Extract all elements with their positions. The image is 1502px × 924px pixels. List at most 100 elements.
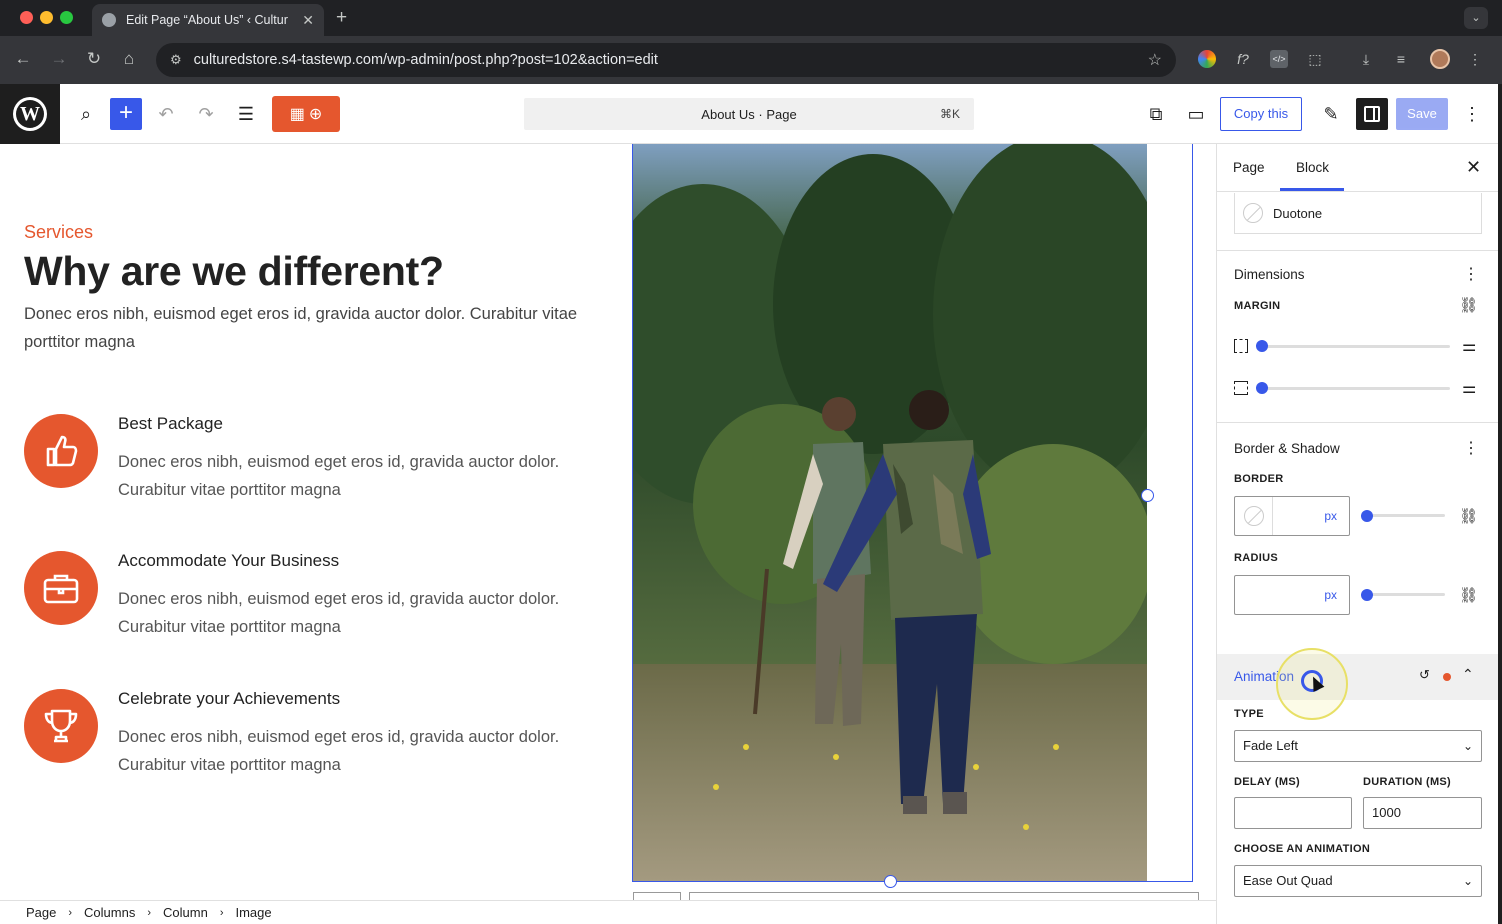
custom-value-icon[interactable]: ⚌ [1462,336,1476,356]
delay-label: DELAY (MS) [1234,776,1300,788]
add-block-button[interactable]: + [110,98,142,130]
minimize-window-button[interactable] [40,11,53,24]
view-page-external-icon[interactable]: ⧉ [1145,103,1167,125]
animation-panel-header[interactable]: Animation ↺ ⌃ [1217,654,1498,700]
editor-canvas[interactable]: Services Why are we different? Donec ero… [0,144,1216,900]
feature-description: Donec eros nibh, euismod eget eros id, g… [118,728,560,774]
section-heading[interactable]: Why are we different? [24,248,444,295]
feature-item[interactable]: Best Package Donec eros nibh, euismod eg… [24,414,594,514]
tab-close-icon[interactable]: ✕ [302,12,314,29]
section-eyebrow[interactable]: Services [24,222,93,243]
url-text[interactable]: culturedstore.s4-tastewp.com/wp-admin/po… [194,52,1148,68]
photo-flower [713,784,719,790]
document-title: About Us · Page [701,106,797,122]
pattern-library-button[interactable]: ▦ ⊕ [272,96,340,132]
undo-icon[interactable]: ↶ [155,103,177,125]
breadcrumb-page[interactable]: Page [26,905,56,920]
border-width-input[interactable]: px [1234,496,1350,536]
media-control-icon[interactable]: ≡ [1392,50,1410,68]
back-icon[interactable]: ← [12,49,34,69]
maximize-window-button[interactable] [60,11,73,24]
photo-hiker-woman [823,390,991,814]
link-sides-icon[interactable]: ⛓ [1459,296,1478,314]
wordpress-logo-button[interactable]: W [0,84,60,144]
animation-type-select[interactable]: Fade Left ⌄ [1234,730,1482,762]
border-label: BORDER [1234,473,1284,485]
function-extension-icon[interactable]: f? [1234,50,1252,68]
resize-handle-bottom[interactable] [884,875,897,888]
chevron-up-icon[interactable]: ⌃ [1462,666,1474,683]
forward-icon[interactable]: → [48,49,70,69]
border-unit[interactable]: px [1324,509,1337,523]
border-slider-thumb[interactable] [1361,510,1373,522]
command-palette-bar[interactable]: About Us · Page ⌘K [524,98,974,130]
margin-horizontal-slider[interactable]: ⚌ [1234,376,1482,400]
options-menu-icon[interactable]: ⋮ [1462,103,1482,125]
new-tab-button[interactable]: + [336,7,347,29]
duration-label: DURATION (MS) [1363,776,1452,788]
briefcase-icon [24,551,98,625]
feature-item[interactable]: Accommodate Your Business Donec eros nib… [24,551,594,651]
border-color-swatch[interactable] [1235,497,1273,535]
site-info-icon[interactable]: ⚙ [170,52,182,68]
duration-input[interactable]: 1000 [1363,797,1482,829]
radius-input[interactable]: px [1234,575,1350,615]
color-extension-icon[interactable] [1198,50,1216,68]
profile-avatar[interactable] [1430,49,1450,69]
tab-page[interactable]: Page [1233,160,1265,175]
section-intro[interactable]: Donec eros nibh, euismod eget eros id, g… [24,300,584,356]
keyboard-shortcut: ⌘K [939,107,960,121]
chevron-down-icon: ⌄ [1462,739,1473,753]
breadcrumb-column[interactable]: Column [163,905,208,920]
bookmark-star-icon[interactable]: ☆ [1148,50,1162,70]
settings-sidebar-toggle[interactable] [1356,98,1388,130]
duotone-control[interactable]: Duotone [1234,193,1482,234]
breadcrumb-columns[interactable]: Columns [84,905,135,920]
link-radius-corners-icon[interactable]: ⛓ [1459,586,1478,604]
editor-header: W ⌕ + ↶ ↷ ☰ ▦ ⊕ About Us · Page ⌘K ⧉ ▭ C… [0,84,1498,144]
easing-select[interactable]: Ease Out Quad ⌄ [1234,865,1482,897]
border-shadow-title[interactable]: Border & Shadow [1234,441,1340,456]
slider-thumb[interactable] [1256,340,1268,352]
extensions-puzzle-icon[interactable]: ⬚ [1306,50,1324,68]
redo-icon[interactable]: ↷ [195,103,217,125]
delay-input[interactable] [1234,797,1352,829]
tab-title: Edit Page “About Us” ‹ Cultur [126,13,288,27]
radius-unit[interactable]: px [1324,588,1337,602]
feature-title: Accommodate Your Business [118,551,340,570]
dimensions-title[interactable]: Dimensions [1234,267,1305,282]
browser-tab[interactable]: Edit Page “About Us” ‹ Cultur ✕ [92,4,324,36]
address-bar[interactable]: ⚙ culturedstore.s4-tastewp.com/wp-admin/… [156,43,1176,77]
border-options-icon[interactable]: ⋮ [1463,438,1479,458]
close-window-button[interactable] [20,11,33,24]
sidebar-tabs: Page Block ✕ [1217,144,1498,192]
device-preview-icon[interactable]: ▭ [1185,103,1207,125]
wordpress-logo-icon: W [13,97,47,131]
copy-this-button[interactable]: Copy this [1220,97,1302,131]
devtools-extension-icon[interactable]: </> [1270,50,1288,68]
close-sidebar-icon[interactable]: ✕ [1466,157,1481,178]
save-button[interactable]: Save [1396,98,1448,130]
link-border-sides-icon[interactable]: ⛓ [1459,507,1478,525]
document-overview-icon[interactable]: ☰ [235,103,257,125]
image-block-hikers[interactable] [633,144,1147,882]
resize-handle-right[interactable] [1141,489,1154,502]
download-icon[interactable]: ⤓ [1357,50,1375,68]
search-icon[interactable]: ⌕ [75,103,97,125]
reload-icon[interactable]: ↻ [83,49,105,69]
feature-item[interactable]: Celebrate your Achievements Donec eros n… [24,689,594,789]
home-icon[interactable]: ⌂ [118,49,140,69]
add-pattern-icon: ⊕ [308,106,323,123]
reset-icon[interactable]: ↺ [1419,667,1430,683]
dimensions-options-icon[interactable]: ⋮ [1463,264,1479,284]
easing-label: CHOOSE AN ANIMATION [1234,843,1371,855]
styles-pen-icon[interactable]: ✎ [1320,103,1342,125]
block-toolbar-ghost [689,892,1199,900]
custom-value-icon[interactable]: ⚌ [1462,378,1476,398]
radius-slider-thumb[interactable] [1361,589,1373,601]
margin-vertical-slider[interactable]: ⚌ [1234,334,1482,358]
tab-search-icon[interactable]: ⌄ [1464,7,1488,29]
browser-menu-icon[interactable]: ⋮ [1466,50,1484,68]
slider-thumb[interactable] [1256,382,1268,394]
tab-block[interactable]: Block [1296,160,1329,175]
